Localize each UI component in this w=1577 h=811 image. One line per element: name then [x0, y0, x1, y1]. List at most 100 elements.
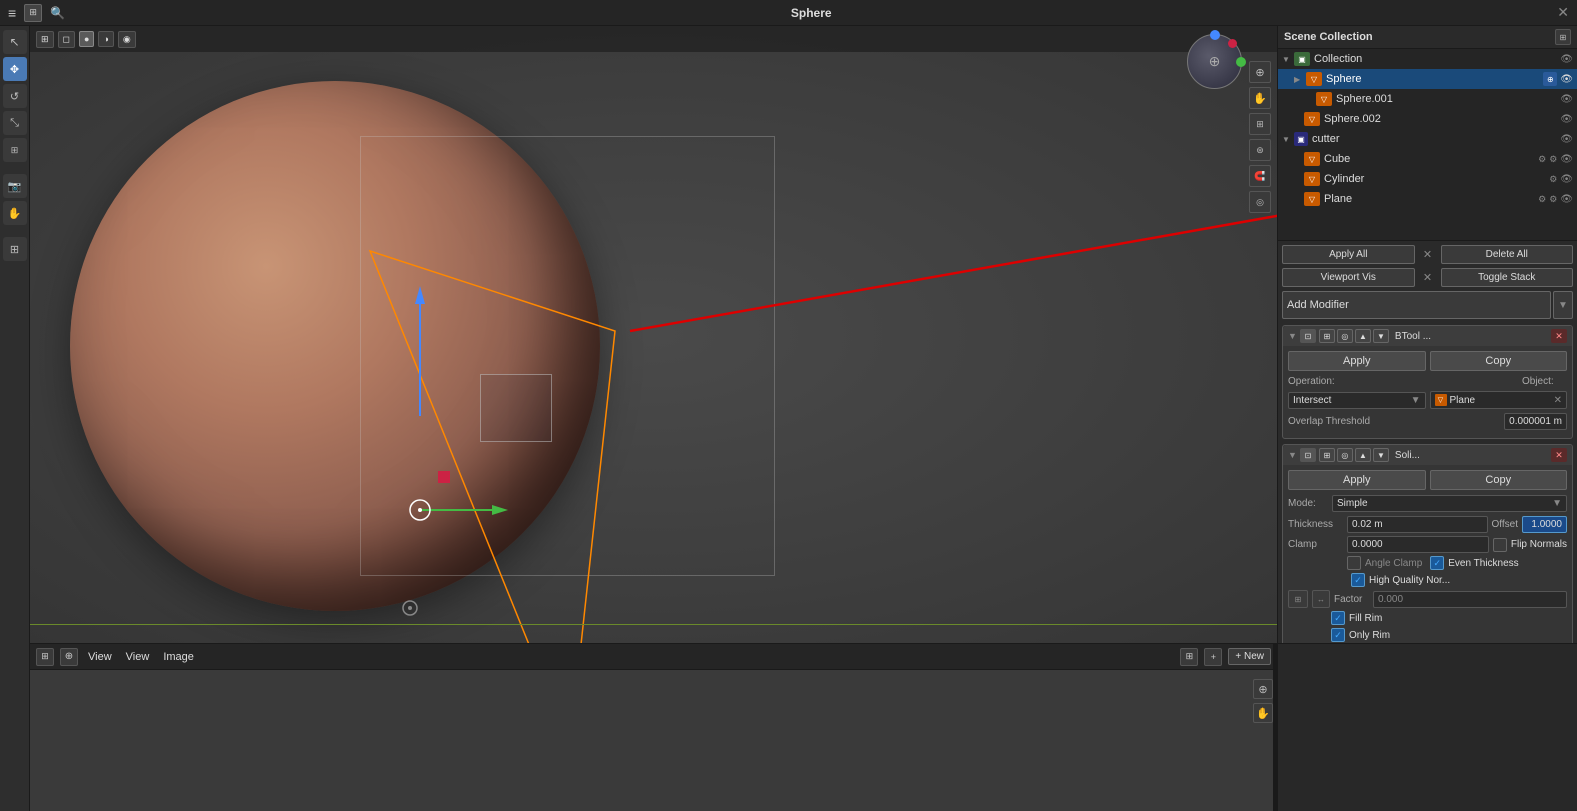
grid-tool[interactable]: ⊞ — [3, 237, 27, 261]
vp-shading-solid[interactable]: ● — [79, 31, 94, 47]
window-close[interactable]: ✕ — [1557, 4, 1569, 21]
overlap-value[interactable]: 0.000001 m — [1504, 413, 1567, 430]
outliner-item-cylinder[interactable]: ▽ Cylinder ⚙ 👁 — [1278, 169, 1577, 189]
image-editor-body[interactable] — [30, 670, 1277, 811]
clamp-value[interactable]: 0.0000 — [1347, 536, 1489, 553]
btool-copy-btn[interactable]: Copy — [1430, 351, 1568, 371]
vp-zoom-fit[interactable]: ⊕ — [1249, 61, 1271, 83]
image-editor-header: ⊞ ⊕ View View Image ⊞ + + New — [30, 644, 1277, 670]
offset-value[interactable]: 1.0000 — [1522, 516, 1567, 533]
sphere-eye[interactable]: 👁 — [1560, 74, 1573, 85]
high-quality-check[interactable]: ✓ — [1351, 573, 1365, 587]
pan-tool[interactable]: ✋ — [3, 201, 27, 225]
image-zoom-btn[interactable]: ⊕ — [1253, 679, 1273, 699]
btool-mod-icon2[interactable]: ◎ — [1337, 329, 1353, 343]
camera-tool[interactable]: 📷 — [3, 174, 27, 198]
new-image-btn[interactable]: + New — [1228, 648, 1271, 665]
cube-icon2[interactable]: ⚙ — [1549, 154, 1557, 165]
toggle-stack-button[interactable]: Toggle Stack — [1441, 268, 1574, 287]
vp-pan[interactable]: ✋ — [1249, 87, 1271, 109]
move-tool[interactable]: ✥ — [3, 57, 27, 81]
scale-tool[interactable]: ⤡ — [3, 111, 27, 135]
factor-value[interactable]: 0.000 — [1373, 591, 1567, 608]
outliner-item-cube[interactable]: ▽ Cube ⚙ ⚙ 👁 — [1278, 149, 1577, 169]
add-modifier-button[interactable]: Add Modifier — [1282, 291, 1551, 319]
plane-icon1[interactable]: ⚙ — [1538, 194, 1546, 205]
vp-snap[interactable]: 🧲 — [1249, 165, 1271, 187]
image-pan-btn[interactable]: ✋ — [1253, 703, 1273, 723]
editor-type-icon[interactable]: ⊞ — [36, 648, 54, 666]
btool-close[interactable]: ✕ — [1551, 329, 1567, 343]
viewport-vis-button[interactable]: Viewport Vis — [1282, 268, 1415, 287]
transform-tool[interactable]: ⊞ — [3, 138, 27, 162]
viewport-3d[interactable]: ⊞ ◻ ● ◑ ◉ ⊕ ✋ ⊞ ⊛ 🧲 ◎ — [30, 26, 1277, 643]
area-icon[interactable]: ⊞ — [1288, 590, 1308, 608]
sphere002-eye[interactable]: 👁 — [1560, 114, 1573, 125]
menu-icon[interactable]: ≡ — [8, 5, 16, 21]
even-thickness-check[interactable]: ✓ — [1430, 556, 1444, 570]
outliner-filter[interactable]: ⊞ — [1555, 29, 1571, 45]
view-menu[interactable]: View — [84, 651, 116, 663]
plane-eye[interactable]: 👁 — [1560, 194, 1573, 205]
btool-expand[interactable]: ▼ — [1288, 331, 1297, 341]
solidify-mod-icon4[interactable]: ▼ — [1373, 448, 1389, 462]
image-type-icon1[interactable]: ⊞ — [1180, 648, 1198, 666]
angle-clamp-check[interactable] — [1347, 556, 1361, 570]
vp-gizmo[interactable]: ⊛ — [1249, 139, 1271, 161]
outliner-item-collection[interactable]: ▼ ▣ Collection 👁 — [1278, 49, 1577, 69]
factor-spacer[interactable]: ↔ — [1312, 590, 1330, 608]
view2-menu[interactable]: View — [122, 651, 154, 663]
cutter-eye[interactable]: 👁 — [1560, 134, 1573, 145]
nav-gizmo[interactable]: ⊕ — [1187, 34, 1242, 89]
cube-icon1[interactable]: ⚙ — [1538, 154, 1546, 165]
outliner-item-plane[interactable]: ▽ Plane ⚙ ⚙ 👁 — [1278, 189, 1577, 209]
solidify-expand[interactable]: ▼ — [1288, 450, 1297, 460]
vp-shading-render[interactable]: ◉ — [118, 31, 136, 48]
delete-all-button[interactable]: Delete All — [1441, 245, 1574, 264]
solidify-close[interactable]: ✕ — [1551, 448, 1567, 462]
solidify-mod-icon2[interactable]: ◎ — [1337, 448, 1353, 462]
cylinder-eye[interactable]: 👁 — [1560, 174, 1573, 185]
modifier-solidify: ▼ ⊡ ⊞ ◎ ▲ ▼ Soli... ✕ — [1282, 444, 1573, 643]
vis-eye[interactable]: 👁 — [1560, 54, 1573, 65]
btool-mod-icon3[interactable]: ▲ — [1355, 329, 1371, 343]
vp-proportional[interactable]: ◎ — [1249, 191, 1271, 213]
only-rim-check[interactable]: ✓ — [1331, 628, 1345, 642]
outliner-item-sphere[interactable]: ▶ ▽ Sphere ⊕ 👁 — [1278, 69, 1577, 89]
apply-all-button[interactable]: Apply All — [1282, 245, 1415, 264]
solidify-apply-btn[interactable]: Apply — [1288, 470, 1426, 490]
thickness-value[interactable]: 0.02 m — [1347, 516, 1488, 533]
splitter-handle[interactable] — [1273, 644, 1277, 811]
solidify-mod-icon3[interactable]: ▲ — [1355, 448, 1371, 462]
image-zoom-icon[interactable]: ⊕ — [60, 648, 78, 666]
mode-dropdown[interactable]: Simple▼ — [1332, 495, 1567, 512]
btool-mod-icon4[interactable]: ▼ — [1373, 329, 1389, 343]
search-icon[interactable]: 🔍 — [50, 6, 65, 20]
image-add-icon[interactable]: + — [1204, 648, 1222, 666]
cursor-tool[interactable]: ↖ — [3, 30, 27, 54]
image-editor[interactable]: ⊞ ⊕ View View Image ⊞ + + New — [30, 644, 1277, 811]
cube-eye[interactable]: 👁 — [1560, 154, 1573, 165]
sphere-restrict1[interactable]: ⊕ — [1543, 72, 1557, 86]
object-dropdown[interactable]: ▽ Plane ✕ — [1430, 391, 1568, 409]
image-menu[interactable]: Image — [159, 651, 198, 663]
outliner-item-sphere002[interactable]: ▽ Sphere.002 👁 — [1278, 109, 1577, 129]
outliner-item-cutter[interactable]: ▼ ▣ cutter 👁 — [1278, 129, 1577, 149]
fill-rim-check[interactable]: ✓ — [1331, 611, 1345, 625]
vp-editor-type[interactable]: ⊞ — [36, 31, 54, 48]
operation-dropdown[interactable]: Intersect▼ — [1288, 392, 1426, 409]
vp-shading-material[interactable]: ◑ — [98, 31, 113, 47]
plane-icon2[interactable]: ⚙ — [1549, 194, 1557, 205]
sphere001-eye[interactable]: 👁 — [1560, 94, 1573, 105]
rotate-tool[interactable]: ↺ — [3, 84, 27, 108]
layout-icon[interactable]: ⊞ — [24, 4, 42, 22]
btool-mod-icon1[interactable]: ⊞ — [1319, 329, 1335, 343]
flip-normals-check[interactable] — [1493, 538, 1507, 552]
solidify-mod-icon1[interactable]: ⊞ — [1319, 448, 1335, 462]
btool-apply-btn[interactable]: Apply — [1288, 351, 1426, 371]
outliner-item-sphere001[interactable]: ▽ Sphere.001 👁 — [1278, 89, 1577, 109]
solidify-copy-btn[interactable]: Copy — [1430, 470, 1568, 490]
vp-overlay[interactable]: ⊞ — [1249, 113, 1271, 135]
vp-shading-wire[interactable]: ◻ — [58, 31, 75, 48]
cylinder-icon1[interactable]: ⚙ — [1549, 174, 1557, 185]
